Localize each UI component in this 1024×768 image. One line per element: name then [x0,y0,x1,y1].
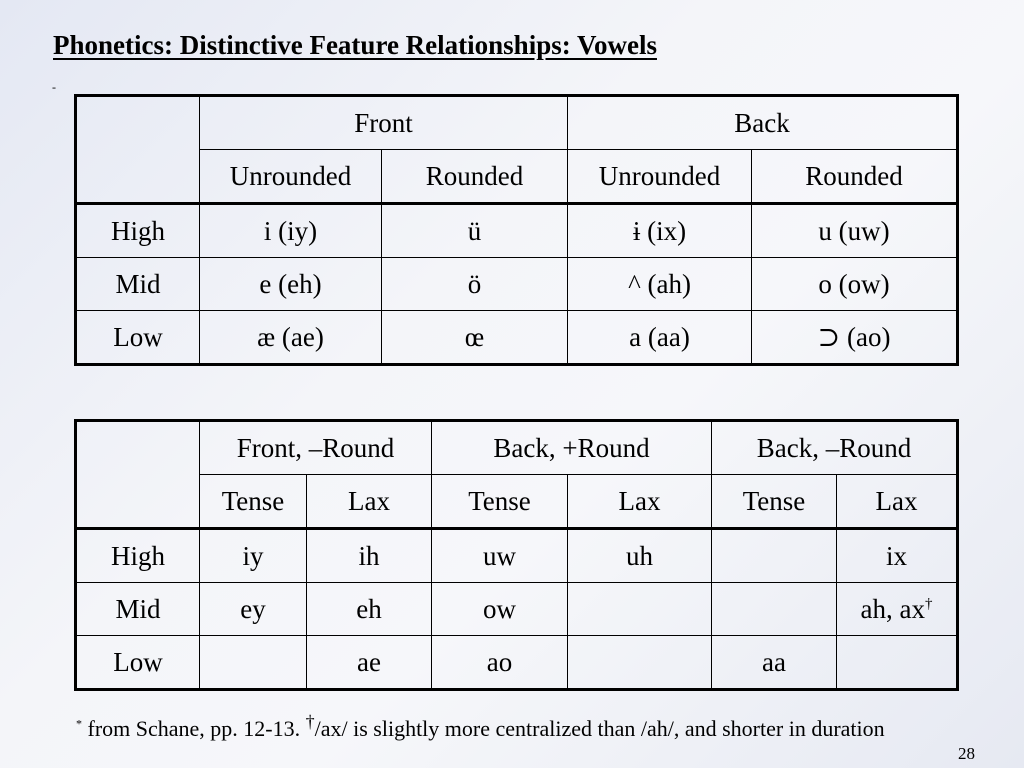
table-row: Mid e (eh) ö ^ (ah) o (ow) [75,257,959,311]
table-cell: ao [431,635,568,690]
table-cell [567,635,712,690]
table1-subheader: Rounded [751,149,959,205]
table2-group-back-unround: Back, –Round [711,420,958,475]
table2-group-back-round: Back, +Round [431,420,712,475]
table2-subheader: Lax [306,474,432,530]
table-cell: e (eh) [199,257,382,311]
vowel-feature-table: Front Back Unrounded Rounded Unrounded R… [74,94,960,366]
row-label: Low [75,310,200,365]
table-cell: ix [836,528,958,583]
table-cell: iy [199,528,307,583]
table-cell: ü [380,203,569,258]
footnote: * from Schane, pp. 12-13. †/ax/ is sligh… [76,713,885,742]
table-cell: u (uw) [751,203,959,258]
table-cell-with-dagger: ah, ax† [836,582,958,636]
table-cell: ö [380,257,569,311]
row-label: High [75,203,200,258]
table-cell: uh [567,528,712,583]
table-row: High i (iy) ü ɨ (ix) u (uw) [75,203,959,258]
table-cell [567,582,712,636]
table-cell: o (ow) [751,257,959,311]
table2-group-front-unround: Front, –Round [199,420,432,475]
row-label: High [75,528,200,583]
table-cell: œ [380,310,569,365]
table2-corner-cell [75,420,200,530]
table-row: Low æ (ae) œ a (aa) ⊃ (ao) [75,310,959,365]
footnote-note: /ax/ is slightly more centralized than /… [314,716,885,741]
slide-title: Phonetics: Distinctive Feature Relations… [53,30,657,60]
table-cell: i (iy) [199,203,382,258]
table-cell: ⊃ (ao) [751,310,959,365]
table2-subheader: Lax [836,474,958,530]
table-cell: ae [306,635,432,690]
table-cell [836,635,958,690]
table2-subheader: Tense [431,474,568,530]
table1-subheader: Rounded [380,149,569,205]
table-row: Mid ey eh ow ah, ax† [75,582,958,636]
row-label: Mid [75,257,200,311]
table-cell: ih [306,528,432,583]
table2-subheader: Lax [567,474,712,530]
table-row: High iy ih uw uh ix [75,528,958,583]
table-cell: a (aa) [567,310,753,365]
table1-group-front: Front [198,95,569,150]
row-label: Low [75,635,200,690]
row-label: Mid [75,582,200,636]
dagger-footnote-mark: † [924,595,933,612]
footnote-source: from Schane, pp. 12-13. [82,716,306,741]
table-cell: aa [711,635,837,690]
table-cell: æ (ae) [199,310,382,365]
table2-subheader: Tense [711,474,837,530]
table-row: Low ae ao aa [75,635,958,690]
table-cell: ey [199,582,307,636]
table-cell: ɨ (ix) [567,203,753,258]
bullet-marker: - [52,80,56,94]
page-number: 28 [958,744,975,763]
table-cell [711,528,837,583]
cell-text: ah, ax [860,593,925,624]
vowel-arpabet-table: Front, –Round Back, +Round Back, –Round … [74,419,959,691]
table1-corner-cell [75,95,200,205]
table1-subheader: Unrounded [199,149,382,205]
table-cell [199,635,307,690]
table1-subheader: Unrounded [567,149,753,205]
table2-subheader: Tense [199,474,307,530]
table-cell: ^ (ah) [567,257,753,311]
table-cell: eh [306,582,432,636]
table1-group-back: Back [567,95,959,150]
table-cell [711,582,837,636]
table-cell: ow [431,582,568,636]
dagger-mark: † [305,711,315,732]
table-cell: uw [431,528,568,583]
